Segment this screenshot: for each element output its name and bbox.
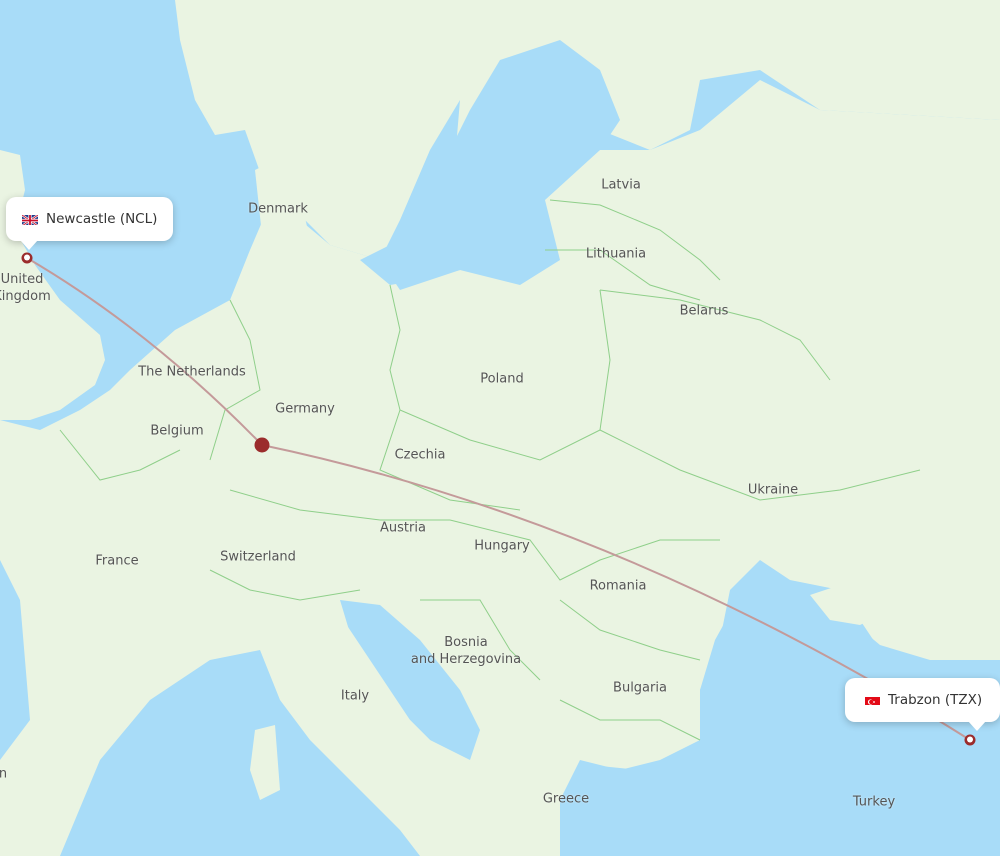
destination-airport-name: Trabzon (TZX) [888,692,983,708]
label-germany: Germany [275,401,335,417]
label-austria: Austria [380,520,426,536]
label-italy: Italy [340,688,370,704]
turkey-flag-icon [865,695,880,705]
label-ukraine: Ukraine [747,482,799,498]
label-bosnia-and-herzegovina: Bosnia and Herzegovina [410,635,522,667]
label-lithuania: Lithuania [585,246,647,262]
label-hungary: Hungary [474,538,530,554]
label-belarus: Belarus [679,303,729,319]
label-czechia: Czechia [394,447,446,463]
destination-marker-tzx[interactable] [964,734,976,746]
label-spain-partial: n [0,766,8,782]
label-romania: Romania [589,578,647,594]
label-denmark: Denmark [248,201,308,217]
destination-popup[interactable]: Trabzon (TZX) [845,678,1000,731]
label-netherlands: The Netherlands [138,364,246,380]
origin-airport-name: Newcastle (NCL) [46,211,158,227]
label-united-kingdom: United Kingdom [0,272,51,304]
stopover-marker[interactable] [254,437,270,453]
label-latvia: Latvia [601,177,641,193]
origin-popup[interactable]: Newcastle (NCL) [6,197,174,250]
label-belgium: Belgium [150,423,204,439]
origin-marker-ncl[interactable] [21,252,33,264]
label-bulgaria: Bulgaria [613,680,667,696]
uk-flag-icon [22,213,38,225]
label-france: France [95,553,139,569]
label-turkey: Turkey [852,794,896,810]
label-greece: Greece [542,791,590,807]
label-poland: Poland [480,371,524,387]
label-switzerland: Switzerland [220,549,296,565]
